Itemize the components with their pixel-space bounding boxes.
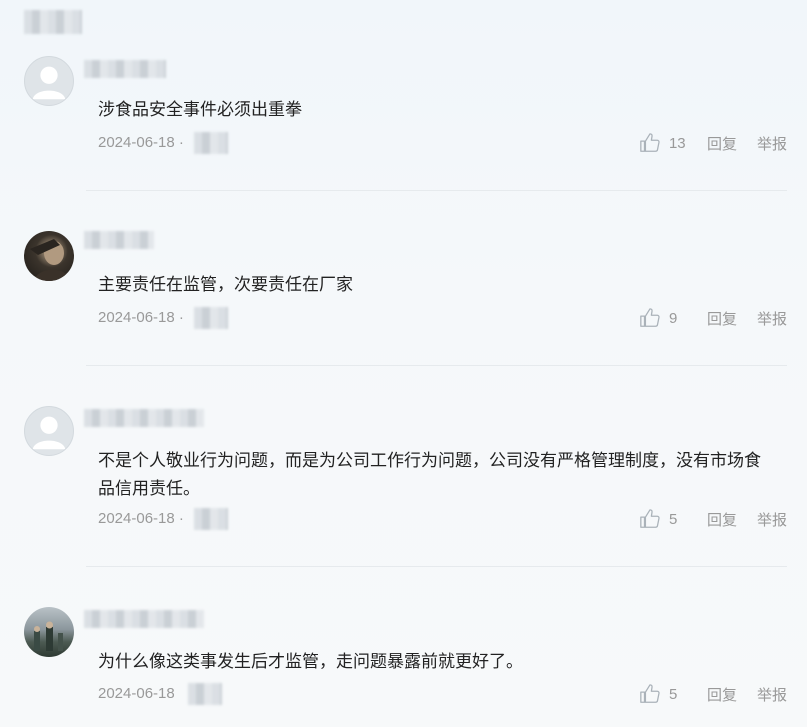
comment-actions: 5 回复 举报: [639, 683, 787, 705]
username-redacted[interactable]: [84, 231, 154, 249]
like-count: 9: [668, 309, 678, 327]
like-count: 5: [668, 685, 678, 703]
username-redacted[interactable]: [84, 610, 204, 628]
like-count: 13: [668, 134, 686, 152]
reply-button[interactable]: 回复: [707, 509, 737, 530]
user-avatar[interactable]: [24, 56, 74, 106]
location-redacted: [188, 683, 222, 705]
photo-avatar-icon: [30, 239, 70, 281]
default-avatar-icon: [32, 416, 66, 450]
user-avatar[interactable]: [24, 406, 74, 456]
thumbs-up-icon: [640, 133, 660, 152]
thumbs-up-icon: [640, 509, 660, 528]
location-redacted: [194, 132, 228, 154]
reply-button[interactable]: 回复: [707, 133, 737, 154]
default-avatar-icon: [32, 66, 66, 100]
thumbs-up-icon: [640, 308, 660, 327]
user-avatar[interactable]: [24, 231, 74, 281]
divider: [86, 566, 787, 567]
photo-avatar-icon: [34, 621, 63, 651]
comment-date: 2024-06-18: [98, 685, 175, 702]
like-button[interactable]: 13: [639, 132, 687, 154]
comment-text: 不是个人敬业行为问题，而是为公司工作行为问题，公司没有严格管理制度，没有市场食品…: [98, 451, 761, 498]
divider: [86, 190, 787, 191]
comment-text: 为什么像这类事发生后才监管，走问题暴露前就更好了。: [98, 652, 523, 671]
divider: [86, 365, 787, 366]
comment-text: 主要责任在监管，次要责任在厂家: [98, 275, 353, 294]
comment-actions: 5 回复 举报: [639, 508, 787, 530]
thumbs-up-icon: [640, 684, 660, 703]
report-button[interactable]: 举报: [757, 684, 787, 705]
location-redacted: [194, 508, 228, 530]
like-button[interactable]: 9: [639, 307, 687, 329]
comment-actions: 13 回复 举报: [639, 132, 787, 154]
comment-actions: 9 回复 举报: [639, 307, 787, 329]
like-button[interactable]: 5: [639, 508, 687, 530]
reply-button[interactable]: 回复: [707, 684, 737, 705]
comment-date: 2024-06-18 ·: [98, 309, 184, 326]
header-title-redacted: [24, 10, 82, 34]
reply-button[interactable]: 回复: [707, 308, 737, 329]
user-avatar[interactable]: [24, 607, 74, 657]
report-button[interactable]: 举报: [757, 509, 787, 530]
like-count: 5: [668, 510, 678, 528]
comment-text: 涉食品安全事件必须出重拳: [98, 100, 302, 119]
comment-date: 2024-06-18 ·: [98, 510, 184, 527]
location-redacted: [194, 307, 228, 329]
report-button[interactable]: 举报: [757, 133, 787, 154]
like-button[interactable]: 5: [639, 683, 687, 705]
report-button[interactable]: 举报: [757, 308, 787, 329]
username-redacted[interactable]: [84, 60, 166, 78]
comment-date: 2024-06-18 ·: [98, 134, 184, 151]
username-redacted[interactable]: [84, 409, 204, 427]
